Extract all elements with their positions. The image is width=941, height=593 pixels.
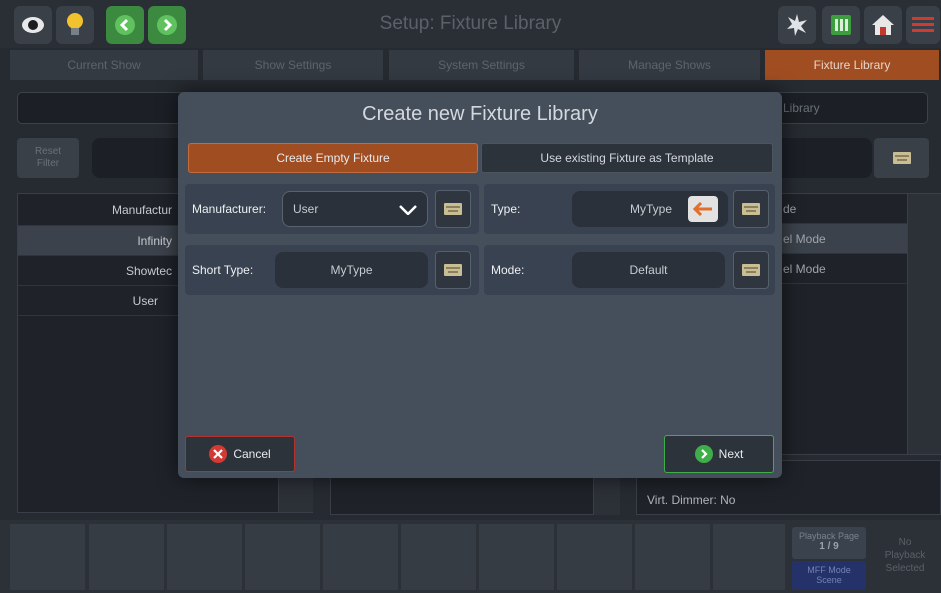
playback-slot[interactable] (89, 524, 164, 590)
playback-slot[interactable] (245, 524, 320, 590)
cancel-label: Cancel (233, 447, 271, 461)
playback-slot[interactable] (10, 524, 85, 590)
chevron-right-icon (157, 15, 177, 35)
keyboard-icon (444, 203, 462, 215)
virt-dimmer-row: Virt. Dimmer: No (647, 493, 735, 507)
eye-button[interactable] (14, 6, 52, 44)
eye-icon (22, 17, 44, 33)
list-item-label: User (132, 293, 158, 308)
reset-filter-button[interactable]: Reset Filter (17, 138, 79, 178)
type-label: Type: (491, 202, 521, 216)
short-type-input-value: MyType (330, 263, 373, 277)
tab-create-empty-fixture[interactable]: Create Empty Fixture (188, 143, 478, 173)
forward-button[interactable] (148, 6, 186, 44)
mode-field: Mode: Default (484, 245, 775, 295)
tab-use-template[interactable]: Use existing Fixture as Template (481, 143, 773, 173)
effects-button[interactable] (778, 6, 816, 44)
manufacturer-field: Manufacturer: User (185, 184, 479, 234)
short-type-keyboard-button[interactable] (435, 251, 471, 289)
back-button[interactable] (106, 6, 144, 44)
manufacturer-label: Manufacturer: (192, 202, 267, 216)
arrow-left-icon (693, 202, 712, 216)
cancel-button[interactable]: Cancel (185, 436, 295, 472)
menu-button[interactable] (906, 6, 940, 44)
keyboard-icon (742, 264, 760, 276)
tab-fixture-library[interactable]: Fixture Library (765, 50, 939, 80)
virt-dimmer-value: No (720, 493, 736, 507)
type-input-value: MyType (629, 202, 672, 216)
playback-slot[interactable] (635, 524, 710, 590)
tab-manage-shows[interactable]: Manage Shows (579, 50, 760, 80)
playback-slot[interactable] (557, 524, 632, 590)
virt-dimmer-label: Virt. Dimmer: (647, 493, 717, 507)
no-playback-line-3: Selected (885, 563, 925, 574)
mff-mode-button[interactable]: MFF Mode Scene (792, 561, 866, 590)
list-item-label: el Mode (783, 261, 826, 276)
lightbulb-button[interactable] (56, 6, 94, 44)
next-label: Next (718, 447, 744, 461)
type-keyboard-button[interactable] (733, 190, 769, 228)
keyboard-icon (742, 203, 760, 215)
short-type-input[interactable]: MyType (275, 252, 428, 288)
page-title: Setup: Fixture Library (379, 13, 562, 34)
chevron-right-icon (694, 445, 713, 463)
filter-keyboard-button[interactable] (874, 138, 929, 178)
playback-slot[interactable] (479, 524, 554, 590)
top-bar: Setup: Fixture Library (0, 0, 941, 48)
lightbulb-icon (67, 13, 83, 35)
star-burst-icon (787, 14, 807, 36)
chevron-down-icon (399, 205, 417, 215)
close-icon (209, 445, 228, 463)
manufacturer-select[interactable]: User (282, 191, 428, 227)
no-playback-line-1: No (898, 537, 912, 548)
reset-filter-label-1: Reset (34, 146, 62, 157)
mode-scrollbar[interactable] (907, 194, 941, 454)
reset-filter-label-2: Filter (36, 158, 60, 169)
mode-label: Mode: (491, 263, 525, 277)
list-item-label: Infinity (137, 233, 172, 248)
mixer-button[interactable] (822, 6, 860, 44)
type-field: Type: MyType (484, 184, 775, 234)
manufacturer-header-label: Manufactur (111, 202, 172, 217)
mixer-icon (831, 15, 851, 35)
manufacturer-keyboard-button[interactable] (435, 190, 471, 228)
menu-icon (912, 17, 934, 32)
mode-keyboard-button[interactable] (733, 251, 769, 289)
manufacturer-select-value: User (293, 202, 319, 216)
tab-system-settings[interactable]: System Settings (389, 50, 574, 80)
home-button[interactable] (864, 6, 902, 44)
mode-input[interactable]: Default (572, 252, 725, 288)
keyboard-icon (892, 152, 911, 164)
playback-slot[interactable] (167, 524, 242, 590)
no-playback-selected: No Playback Selected (874, 527, 936, 589)
dialog-title: Create new Fixture Library (362, 103, 598, 125)
mff-mode-label: MFF Mode (807, 565, 851, 575)
playback-page-value: 1 / 9 (819, 541, 839, 552)
mode-input-value: Default (629, 263, 668, 277)
short-type-field: Short Type: MyType (185, 245, 479, 295)
home-icon (872, 15, 894, 35)
playback-slot[interactable] (401, 524, 476, 590)
tab-current-show[interactable]: Current Show (10, 50, 198, 80)
playback-slot[interactable] (323, 524, 398, 590)
chevron-left-icon (115, 15, 135, 35)
tab-show-settings[interactable]: Show Settings (203, 50, 383, 80)
list-item-label: Showtec (125, 263, 172, 278)
no-playback-line-2: Playback (884, 550, 926, 561)
backspace-button[interactable] (688, 196, 718, 222)
create-fixture-dialog: Create new Fixture Library Create Empty … (178, 92, 782, 478)
list-item-label: el Mode (783, 231, 826, 246)
keyboard-icon (444, 264, 462, 276)
next-button[interactable]: Next (664, 435, 774, 473)
short-type-label: Short Type: (192, 263, 254, 277)
playback-slot[interactable] (713, 524, 785, 590)
mff-mode-value: Scene (816, 575, 842, 585)
playback-page-label: Playback Page (798, 531, 860, 541)
mode-header-label: de (783, 201, 797, 216)
playback-page-button[interactable]: Playback Page 1 / 9 (792, 527, 866, 559)
